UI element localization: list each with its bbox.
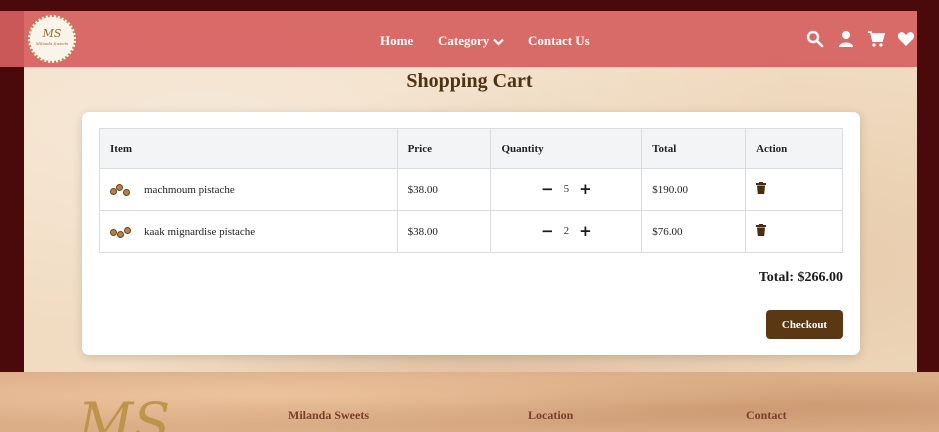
action-cell (745, 210, 843, 253)
item-cell: kaak mignardise pistache (99, 210, 398, 253)
quantity-cell: − 2 + (490, 210, 643, 253)
header-item: Item (99, 128, 398, 169)
nav-category-label: Category (438, 33, 490, 48)
table-row: machmoum pistache $38.00 − 5 + $190.00 (99, 168, 843, 211)
quantity-value: 2 (563, 225, 570, 237)
product-name[interactable]: kaak mignardise pistache (144, 226, 255, 238)
quantity-stepper: − 2 + (541, 224, 592, 239)
total-cell: $76.00 (641, 210, 747, 253)
item-cell: machmoum pistache (99, 168, 398, 211)
search-icon[interactable] (806, 30, 824, 48)
nav-category-link[interactable]: Category (438, 33, 505, 49)
product-name[interactable]: machmoum pistache (144, 184, 235, 196)
grand-total: Total: $266.00 (758, 270, 843, 285)
total-cell: $190.00 (641, 168, 747, 211)
table-row: kaak mignardise pistache $38.00 − 2 + $7… (99, 210, 843, 253)
nav-home-link[interactable]: Home (380, 33, 413, 49)
header-quantity: Quantity (490, 128, 643, 169)
heart-icon[interactable] (897, 30, 915, 48)
increase-quantity-button[interactable]: + (579, 182, 592, 197)
decrease-quantity-button[interactable]: − (541, 224, 554, 239)
quantity-value: 5 (563, 183, 570, 195)
cart-icon[interactable] (867, 30, 885, 48)
checkout-button[interactable]: Checkout (766, 310, 843, 339)
header-action: Action (745, 128, 843, 169)
cart-card: Item Price Quantity Total Action machmou… (82, 112, 860, 355)
product-thumbnail[interactable] (110, 225, 134, 239)
cart-table: Item Price Quantity Total Action machmou… (99, 128, 843, 253)
price-cell: $38.00 (396, 168, 492, 211)
page-title: Shopping Cart (406, 70, 533, 92)
trash-icon[interactable] (756, 224, 767, 236)
nav-contact-link[interactable]: Contact Us (528, 33, 590, 49)
trash-icon[interactable] (756, 182, 767, 194)
quantity-cell: − 5 + (490, 168, 643, 211)
footer-heading-contact: Contact (746, 408, 787, 422)
top-strip (0, 0, 939, 11)
user-icon[interactable] (837, 30, 855, 48)
header-total: Total (641, 128, 747, 169)
increase-quantity-button[interactable]: + (579, 224, 592, 239)
header-price: Price (396, 128, 492, 169)
quantity-stepper: − 5 + (541, 182, 592, 197)
footer-heading-location: Location (528, 408, 574, 422)
chevron-down-icon (493, 38, 505, 46)
action-cell (745, 168, 843, 211)
footer: MS Milanda Sweets Location Contact (0, 372, 939, 432)
price-cell: $38.00 (396, 210, 492, 253)
table-header-row: Item Price Quantity Total Action (99, 128, 843, 169)
product-thumbnail[interactable] (110, 183, 134, 197)
decrease-quantity-button[interactable]: − (541, 182, 554, 197)
footer-logo: MS (78, 391, 171, 432)
nav-links: Home Category Contact Us (0, 11, 917, 67)
footer-heading-brand: Milanda Sweets (288, 408, 369, 422)
